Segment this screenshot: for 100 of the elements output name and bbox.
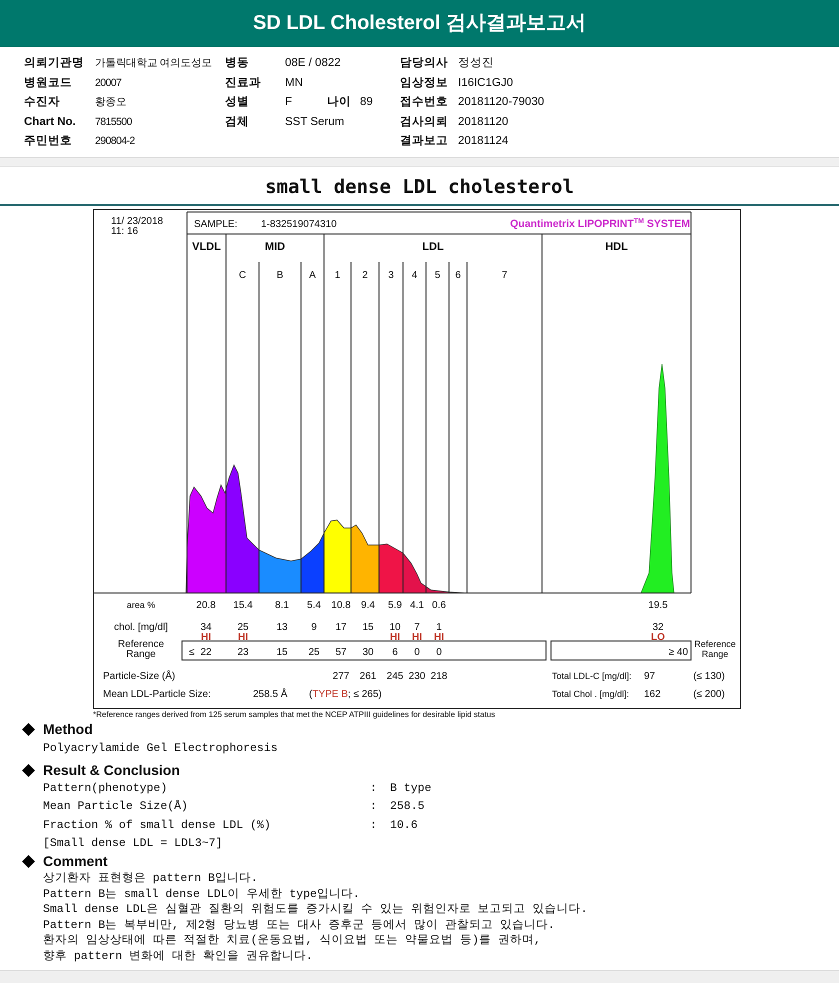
result-separator: : — [370, 799, 378, 815]
info-label: 결과보고 — [400, 134, 449, 149]
area-value: 19.5 — [648, 600, 668, 610]
method-text: Polyacrylamide Gel Electrophoresis — [42, 740, 279, 756]
info-value: 정성진 — [458, 57, 494, 69]
info-label: 의뢰기관명 — [24, 56, 85, 71]
info-value: SST Serum — [285, 116, 344, 128]
area-value: 20.8 — [196, 600, 216, 610]
footnote: *Reference ranges derived from 125 serum samples that met the NCEP ATPIII guidelines for desirable lipid status — [93, 710, 496, 718]
comment-line: Small dense LDL은 심혈관 질환의 위험도를 증가시킬 수 있는 위험인자로 보고되고 있습니다. — [42, 902, 589, 918]
subfraction-label: 2 — [362, 270, 368, 280]
total-label: Total Chol . [mg/dl]: — [552, 688, 630, 698]
comment-line: 환자의 임상상태에 따른 적절한 치료(운동요법, 식이요법 또는 약물요법 등)를 권하며, — [42, 933, 542, 948]
chart-date: 11/ 23/2018 — [111, 216, 164, 226]
info-label: 성별 — [225, 95, 250, 110]
area-value: 5.4 — [307, 600, 321, 610]
particle-size-value: 245 — [386, 670, 404, 682]
chol-value: 10 — [389, 622, 401, 632]
row-label: chol. [mg/dl] — [114, 622, 168, 632]
info-label: 나이 — [327, 95, 352, 110]
total-reference: (≤ 200) — [693, 688, 725, 700]
row-label: area % — [126, 600, 156, 610]
subfraction-label: 7 — [502, 270, 508, 280]
total-value: 162 — [644, 688, 661, 700]
reference-value: 25 — [308, 646, 320, 658]
flag-text: LO — [651, 632, 665, 642]
chart-time: 11: 16 — [111, 226, 138, 236]
section-heading: Comment — [43, 852, 108, 871]
result-label: Fraction % of small dense LDL (%) — [43, 818, 272, 834]
info-value: 황종오 — [95, 96, 126, 108]
sample-id: 1-832519074310 — [261, 218, 337, 230]
reference-symbol: ≤ — [189, 646, 194, 658]
result-separator: : — [370, 780, 378, 796]
area-value: 10.8 — [331, 600, 351, 610]
row-label: Reference Range — [118, 638, 164, 660]
result-value: 10.6 — [390, 818, 418, 834]
info-value: MN — [285, 76, 303, 88]
reference-value: 30 — [362, 646, 374, 658]
diamond-icon — [22, 764, 35, 776]
particle-size-value: 230 — [408, 670, 426, 682]
chol-value: 15 — [362, 622, 374, 632]
diamond-icon — [22, 855, 35, 868]
subfraction-label: C — [238, 270, 246, 280]
info-value: I16IC1GJ0 — [458, 76, 513, 88]
info-value: 08E / 0822 — [285, 57, 341, 69]
comment-line: 향후 pattern 변화에 대한 확인을 권유합니다. — [42, 948, 314, 964]
info-label: 담당의사 — [400, 56, 449, 71]
info-value: 290804-2 — [95, 135, 135, 147]
chol-value: 32 — [652, 622, 664, 632]
subfraction-label: 5 — [434, 270, 440, 280]
subfraction-label: A — [309, 270, 316, 280]
result-value: B type — [390, 780, 432, 796]
subfraction-label: B — [276, 270, 284, 280]
reference-value: 6 — [392, 646, 398, 658]
info-label: 주민번호 — [24, 134, 73, 149]
info-value: F — [285, 95, 294, 110]
group-label: HDL — [605, 240, 628, 252]
flag-text: HI — [201, 632, 211, 642]
info-label: 접수번호 — [400, 95, 449, 110]
section-heading: Result & Conclusion — [43, 760, 180, 780]
info-label: 검체 — [225, 114, 250, 130]
total-value: 97 — [644, 670, 656, 682]
area-value: 15.4 — [233, 600, 253, 610]
info-label: 병동 — [225, 56, 250, 71]
reference-value: 0 — [414, 646, 420, 658]
group-label: LDL — [422, 240, 444, 252]
total-label: Total LDL-C [mg/dl]: — [552, 670, 632, 680]
particle-size-value: 277 — [332, 670, 350, 682]
area-value: 4.1 — [410, 600, 424, 610]
info-label: 수진자 — [24, 95, 61, 110]
reference-value: 0 — [436, 646, 442, 658]
chol-value: 34 — [200, 622, 212, 632]
diamond-icon — [22, 722, 35, 736]
section-heading: Method — [43, 720, 93, 738]
chol-value: 7 — [414, 622, 420, 632]
chol-value: 9 — [311, 622, 317, 632]
info-label: Chart No. — [24, 114, 77, 130]
area-value: 0.6 — [432, 600, 446, 610]
chol-value: 13 — [276, 622, 288, 632]
subfraction-label: 6 — [455, 270, 461, 280]
comment-line: Pattern B는 small dense LDL이 우세한 type입니다. — [42, 886, 361, 902]
system-name: Quantimetrix LIPOPRINT$^{TM}$ SYSTEM — [510, 218, 690, 230]
sample-label: SAMPLE: — [194, 218, 238, 230]
type-note: (TYPE B; ≤ 265) — [309, 688, 382, 700]
total-reference: (≤ 130) — [693, 670, 725, 682]
flag-text: HI — [390, 632, 400, 642]
subfraction-label: 3 — [388, 270, 394, 280]
reference-value: 57 — [335, 646, 347, 658]
flag-text: HI — [238, 632, 248, 642]
row-label: Reference Range — [694, 638, 736, 658]
chol-value: 25 — [237, 622, 249, 632]
info-label: 검사의뢰 — [400, 114, 449, 130]
result-label: Mean Particle Size(Å) — [43, 798, 189, 815]
info-value: 20181120-79030 — [458, 96, 544, 108]
info-label: 진료과 — [225, 76, 262, 90]
info-value: 가톨릭대학교 여의도성모 — [95, 57, 212, 69]
info-label: 임상정보 — [400, 76, 449, 90]
subfraction-label: 1 — [334, 270, 340, 280]
result-note: [Small dense LDL = LDL3~7] — [42, 836, 224, 852]
flag-text: HI — [434, 632, 444, 642]
